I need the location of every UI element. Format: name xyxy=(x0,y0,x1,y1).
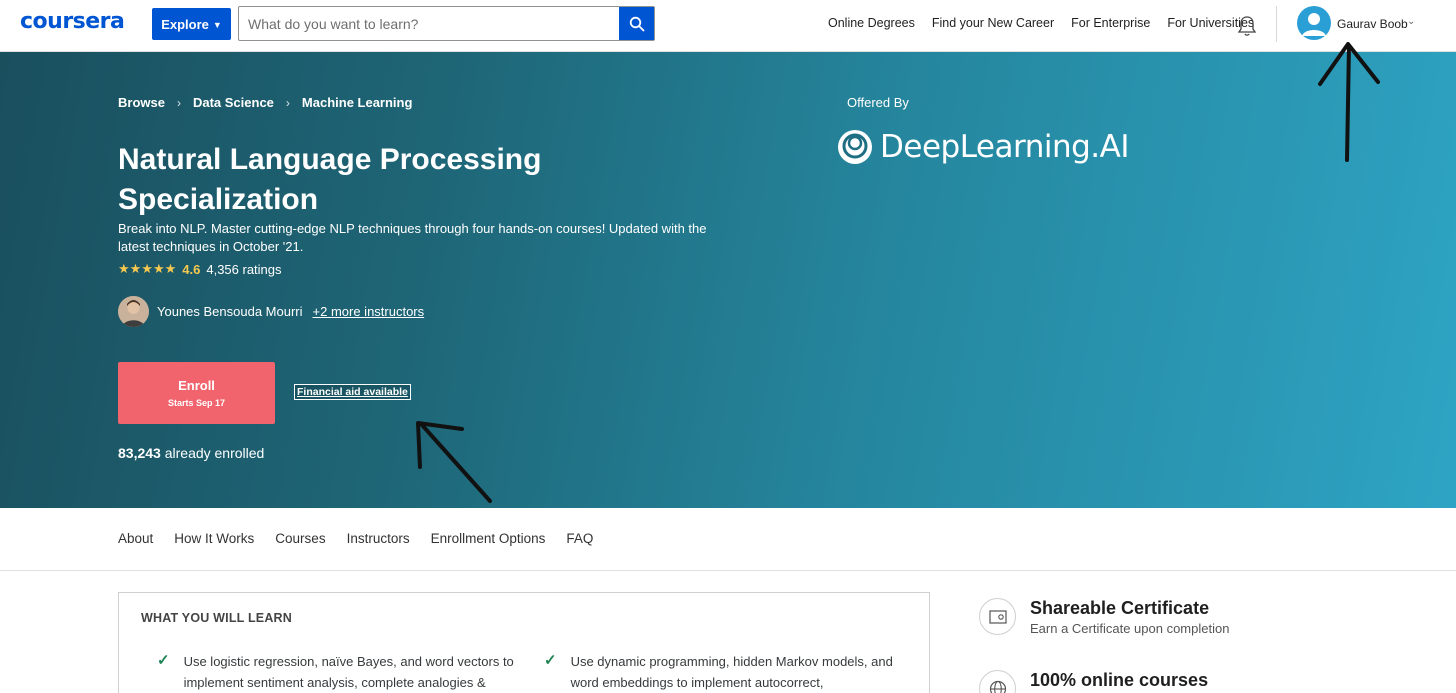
learn-item: ✓ Use dynamic programming, hidden Markov… xyxy=(544,651,904,693)
feature-online-courses: 100% online courses xyxy=(979,670,1208,693)
enrolled-suffix: already enrolled xyxy=(164,445,265,461)
more-instructors-link[interactable]: +2 more instructors xyxy=(313,304,425,319)
feature-title: Shareable Certificate xyxy=(1030,598,1210,618)
section-tab-about[interactable]: About xyxy=(118,531,153,546)
breadcrumb: Browse › Data Science › Machine Learning xyxy=(118,95,412,110)
feature-title: 100% online courses xyxy=(1030,670,1209,690)
section-tab-faq[interactable]: FAQ xyxy=(566,531,593,546)
hero-banner: Browse › Data Science › Machine Learning… xyxy=(0,52,1456,508)
enroll-button[interactable]: Enroll Starts Sep 17 xyxy=(118,362,275,424)
nav-link-find-career[interactable]: Find your New Career xyxy=(932,16,1054,30)
breadcrumb-machine-learning[interactable]: Machine Learning xyxy=(302,95,413,110)
search-bar xyxy=(238,6,655,41)
top-navigation-bar: coursera Explore ▼ Online Degrees Find y… xyxy=(0,0,1456,52)
section-tab-enrollment-options[interactable]: Enrollment Options xyxy=(431,531,546,546)
partner-logo[interactable]: DeepLearning.AI xyxy=(836,128,1129,166)
annotation-arrow-icon xyxy=(416,421,492,503)
enrolled-count: 83,243 already enrolled xyxy=(118,445,264,461)
user-name[interactable]: Gaurav Boob xyxy=(1337,17,1408,31)
nav-link-online-degrees[interactable]: Online Degrees xyxy=(828,16,915,30)
learn-item: ✓ Use logistic regression, naïve Bayes, … xyxy=(157,651,517,693)
section-tab-courses[interactable]: Courses xyxy=(275,531,325,546)
nav-link-enterprise[interactable]: For Enterprise xyxy=(1071,16,1150,30)
what-you-will-learn-card: WHAT YOU WILL LEARN ✓ Use logistic regre… xyxy=(118,592,930,693)
breadcrumb-data-science[interactable]: Data Science xyxy=(193,95,274,110)
learn-heading: WHAT YOU WILL LEARN xyxy=(141,611,293,625)
user-avatar[interactable] xyxy=(1297,6,1331,40)
explore-label: Explore xyxy=(161,16,209,32)
learn-item-text: Use dynamic programming, hidden Markov m… xyxy=(570,654,893,690)
user-menu-chevron-icon[interactable]: ⌄ xyxy=(1407,16,1415,27)
instructor-name[interactable]: Younes Bensouda Mourri xyxy=(157,304,303,319)
chevron-down-icon: ▼ xyxy=(212,19,222,30)
enrolled-number: 83,243 xyxy=(118,445,161,461)
section-tab-instructors[interactable]: Instructors xyxy=(347,531,410,546)
offered-by-label: Offered By xyxy=(847,95,909,110)
search-button[interactable] xyxy=(619,7,654,40)
user-icon xyxy=(1302,13,1326,36)
feature-subtitle: Earn a Certificate upon completion xyxy=(1030,621,1230,636)
enroll-label: Enroll xyxy=(178,378,215,393)
enroll-start-date: Starts Sep 17 xyxy=(167,398,226,408)
instructor-photo-icon xyxy=(118,296,149,327)
financial-aid-link[interactable]: Financial aid available xyxy=(294,384,411,400)
coursera-logo[interactable]: coursera xyxy=(20,9,125,34)
learn-item-text: Use logistic regression, naïve Bayes, an… xyxy=(183,654,514,690)
notification-bell-icon[interactable] xyxy=(1236,14,1258,38)
rating-summary: ★★★★★ 4.6 4,356 ratings xyxy=(118,261,282,277)
search-icon xyxy=(629,16,644,31)
chevron-right-icon: › xyxy=(285,95,290,110)
checkmark-icon: ✓ xyxy=(544,652,557,669)
breadcrumb-browse[interactable]: Browse xyxy=(118,95,165,110)
globe-icon xyxy=(979,670,1016,693)
star-rating-icon: ★★★★★ xyxy=(118,261,177,276)
course-description: Break into NLP. Master cutting-edge NLP … xyxy=(118,221,707,254)
search-input[interactable] xyxy=(239,7,619,40)
section-navigation: About How It Works Courses Instructors E… xyxy=(0,508,1456,571)
rating-count[interactable]: 4,356 ratings xyxy=(206,262,281,277)
feature-shareable-certificate: Shareable Certificate Earn a Certificate… xyxy=(979,598,1229,636)
checkmark-icon: ✓ xyxy=(157,652,170,669)
rating-value: 4.6 xyxy=(182,261,201,277)
certificate-icon xyxy=(979,598,1016,635)
header-divider xyxy=(1276,6,1277,42)
page-title: Natural Language Processing Specializati… xyxy=(118,143,542,216)
instructor-row: Younes Bensouda Mourri +2 more instructo… xyxy=(118,296,424,327)
chevron-right-icon: › xyxy=(176,95,181,110)
header-nav-links: Online Degrees Find your New Career For … xyxy=(828,16,1254,30)
explore-button[interactable]: Explore ▼ xyxy=(152,8,231,40)
deeplearning-ai-logo-icon xyxy=(838,130,872,164)
section-tab-how-it-works[interactable]: How It Works xyxy=(174,531,254,546)
partner-name: DeepLearning.AI xyxy=(880,129,1129,165)
instructor-avatar[interactable] xyxy=(118,296,149,327)
